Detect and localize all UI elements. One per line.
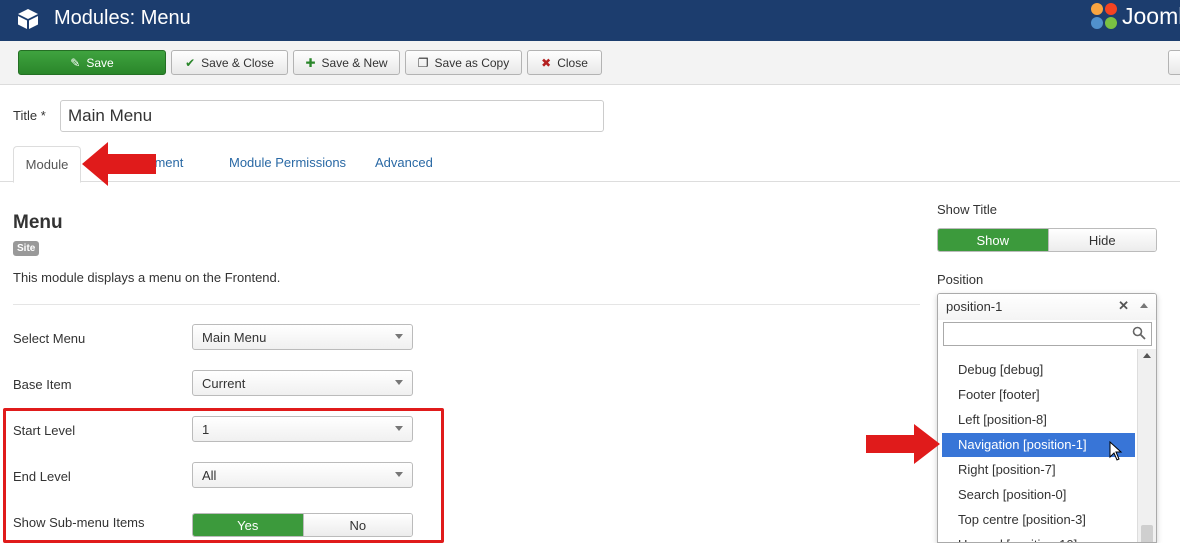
save-close-label: Save & Close [201, 55, 274, 70]
tab-bar: Module gnment Module Permissions Advance… [0, 146, 1180, 183]
base-item-dropdown[interactable]: Current [192, 370, 413, 396]
close-label: Close [557, 55, 588, 70]
copy-icon: ❐ [417, 55, 429, 70]
save-new-label: Save & New [321, 55, 388, 70]
select-menu-value: Main Menu [202, 330, 267, 345]
caret-down-icon [395, 380, 403, 385]
position-option[interactable]: Debug [debug] [942, 358, 1135, 382]
show-title-toggle: Show Hide [937, 228, 1157, 252]
page-title: Modules: Menu [54, 7, 191, 29]
select-menu-label: Select Menu [13, 331, 86, 346]
cube-icon [18, 9, 38, 29]
close-button[interactable]: ✖ Close [527, 50, 602, 75]
edit-icon: ✎ [70, 55, 81, 70]
title-label: Title * [13, 108, 46, 123]
position-option-highlighted[interactable]: Navigation [position-1] [942, 433, 1135, 457]
position-option[interactable]: Footer [footer] [942, 383, 1135, 407]
position-dropdown[interactable]: position-1 ✕ Debug [debug] Footer [foote… [937, 293, 1157, 543]
joomla-logo-text: Joomla [1122, 3, 1180, 29]
base-item-value: Current [202, 376, 246, 391]
select-menu-dropdown[interactable]: Main Menu [192, 324, 413, 350]
scrollbar-thumb[interactable] [1141, 525, 1153, 542]
position-option[interactable]: Top centre [position-3] [942, 508, 1135, 532]
site-badge: Site [13, 241, 40, 256]
position-option[interactable]: Unused [position-10] [942, 533, 1135, 542]
caret-up-icon[interactable] [1140, 303, 1148, 308]
show-title-hide[interactable]: Hide [1047, 229, 1156, 251]
show-title-label: Show Title [937, 202, 997, 217]
joomla-logo-icon [1091, 3, 1117, 29]
module-heading: Menu [13, 212, 63, 233]
options-scrollbar[interactable] [1137, 349, 1156, 542]
help-button[interactable] [1168, 50, 1180, 75]
annotation-arrow-right [866, 424, 940, 464]
position-search-input[interactable] [943, 322, 1152, 346]
module-description: This module displays a menu on the Front… [13, 270, 281, 285]
divider [13, 304, 920, 305]
plus-icon: ✚ [305, 55, 316, 70]
check-icon: ✔ [185, 55, 196, 70]
search-icon [1132, 326, 1146, 340]
position-option[interactable]: Left [position-8] [942, 408, 1135, 432]
position-label: Position [937, 272, 984, 287]
close-circle-icon: ✖ [541, 55, 552, 70]
save-close-button[interactable]: ✔ Save & Close [171, 50, 288, 75]
mouse-cursor-icon [1109, 441, 1123, 461]
clear-x-icon[interactable]: ✕ [1118, 298, 1129, 314]
tab-advanced[interactable]: Advanced [375, 155, 433, 170]
save-copy-button[interactable]: ❐ Save as Copy [405, 50, 522, 75]
show-title-show[interactable]: Show [938, 229, 1048, 251]
save-label: Save [86, 55, 114, 70]
save-button[interactable]: ✎ Save [18, 50, 166, 75]
annotation-arrow-left [82, 142, 156, 186]
toolbar: ✎ Save ✔ Save & Close ✚ Save & New ❐ Sav… [0, 41, 1180, 85]
position-option[interactable]: Search [position-0] [942, 483, 1135, 507]
tab-module[interactable]: Module [13, 146, 81, 183]
position-option[interactable]: Right [position-7] [942, 458, 1135, 482]
tab-module-permissions[interactable]: Module Permissions [229, 155, 346, 170]
header-bar: Modules: Menu Joomla [0, 0, 1180, 41]
base-item-label: Base Item [13, 377, 72, 392]
scroll-up-icon[interactable] [1143, 353, 1151, 358]
title-input[interactable] [60, 100, 604, 132]
caret-down-icon [395, 334, 403, 339]
save-copy-label: Save as Copy [434, 55, 510, 70]
save-new-button[interactable]: ✚ Save & New [293, 50, 400, 75]
annotation-highlight-box [3, 408, 444, 543]
